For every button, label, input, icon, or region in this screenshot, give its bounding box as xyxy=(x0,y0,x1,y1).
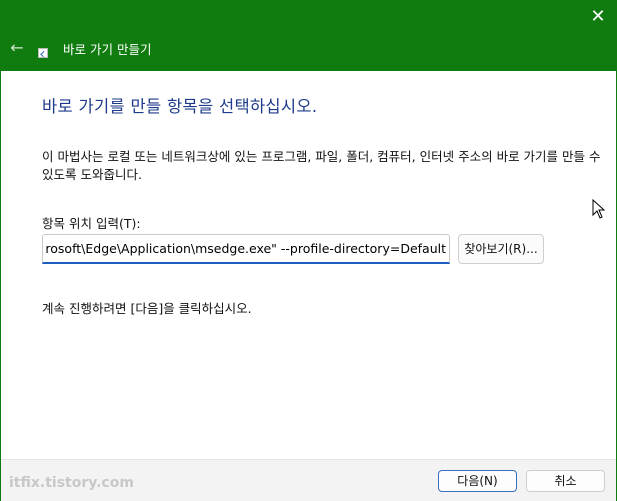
titlebar: ✕ ← 바로 가기 만들기 xyxy=(1,1,617,71)
back-button[interactable]: ← xyxy=(7,38,27,58)
continue-instruction: 계속 진행하려면 [다음]을 클릭하십시오. xyxy=(42,301,252,316)
location-label: 항목 위치 입력(T): xyxy=(42,216,141,231)
mouse-cursor-icon xyxy=(592,199,606,219)
next-button[interactable]: 다음(N) xyxy=(438,470,517,492)
wizard-description: 이 마법사는 로컬 또는 네트워크상에 있는 프로그램, 파일, 폴더, 컴퓨터… xyxy=(42,149,601,182)
shortcut-icon xyxy=(38,48,48,58)
location-value: rosoft\Edge\Application\msedge.exe" --pr… xyxy=(45,241,446,256)
location-input[interactable]: rosoft\Edge\Application\msedge.exe" --pr… xyxy=(42,234,450,264)
cancel-button[interactable]: 취소 xyxy=(526,470,605,492)
window-title: 바로 가기 만들기 xyxy=(63,42,152,57)
back-arrow-icon: ← xyxy=(10,38,24,57)
close-button[interactable]: ✕ xyxy=(586,6,610,30)
close-icon: ✕ xyxy=(590,6,606,27)
watermark: itfix.tistory.com xyxy=(9,475,134,491)
page-heading: 바로 가기를 만들 항목을 선택하십시오. xyxy=(42,97,318,116)
dialog-footer: itfix.tistory.com 다음(N) 취소 xyxy=(1,459,616,501)
browse-button[interactable]: 찾아보기(R)... xyxy=(458,234,544,264)
create-shortcut-dialog: ✕ ← 바로 가기 만들기 바로 가기를 만들 항목을 선택하십시오. 이 마법… xyxy=(0,0,617,501)
